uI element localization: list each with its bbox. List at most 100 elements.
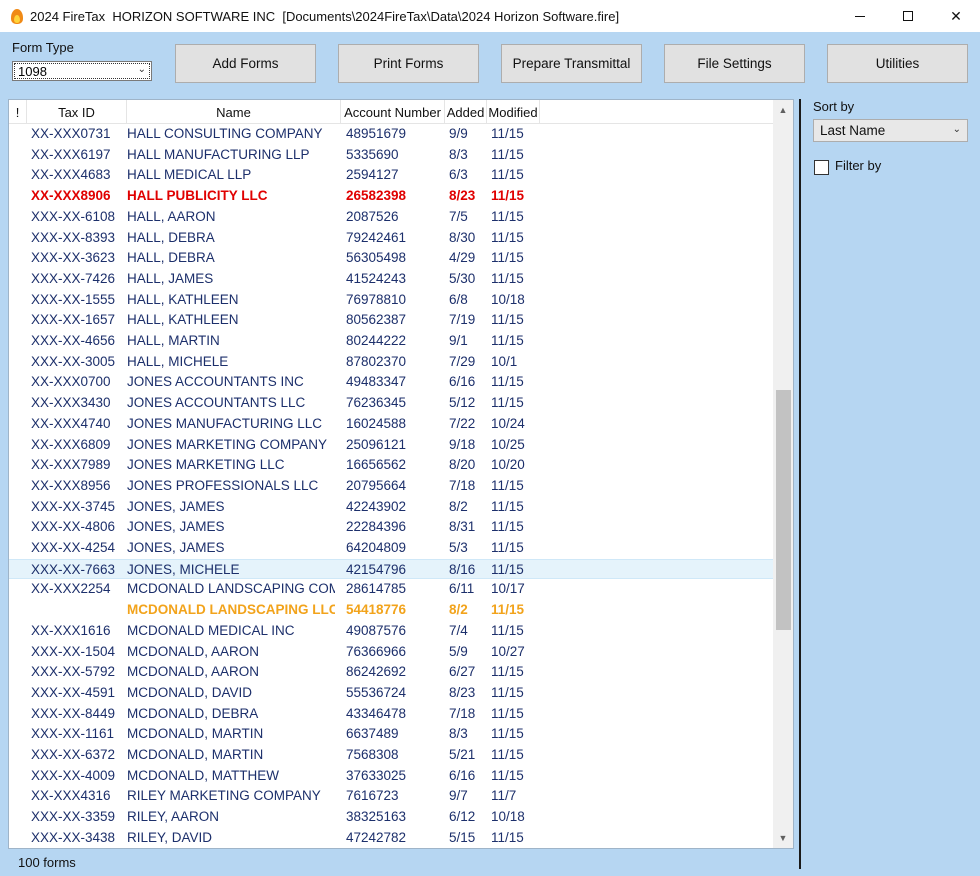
table-row[interactable]: XXX-XX-3359 RILEY, AARON 38325163 6/12 10/18 [9,807,773,828]
account-number-cell: 37633025 [346,767,407,783]
added-cell: 4/29 [449,250,476,266]
modified-cell: 11/15 [491,540,524,555]
modified-cell: 10/27 [491,643,525,659]
table-row[interactable]: XX-XXX7989 JONES MARKETING LLC 16656562 8/2… [9,455,773,476]
table-row[interactable]: XXX-XX-4656 HALL, MARTIN 80244222 9/1 11/15 [9,331,773,352]
table-row[interactable]: XX-XXX0731 HALL CONSULTING COMPANY 4895167… [9,124,773,145]
account-number-cell: 80244222 [346,333,407,348]
tax-id-cell: XXX-XX-4656 [31,333,116,348]
utilities-button[interactable]: Utilities [827,44,968,83]
table-row[interactable]: XXX-XX-5792 MCDONALD, AARON 86242692 6/27 11… [9,662,773,683]
name-cell: HALL PUBLICITY LLC [127,188,268,204]
table-row[interactable]: XXX-XX-3005 HALL, MICHELE 87802370 7/29 10/1 [9,352,773,373]
tax-id-cell: XXX-XX-4254 [31,540,116,555]
account-number-cell: 87802370 [346,353,407,369]
table-row[interactable]: XXX-XX-7426 HALL, JAMES 41524243 5/30 11/15 [9,269,773,290]
table-row[interactable]: XX-XXX8956 JONES PROFESSIONALS LLC 2079566… [9,476,773,497]
name-cell: MCDONALD, MARTIN [127,747,264,762]
table-row[interactable]: XXX-XX-1161 MCDONALD, MARTIN 6637489 8/3 11/… [9,724,773,745]
name-cell: JONES, JAMES [127,540,225,555]
tax-id-cell: XXX-XX-7426 [31,270,116,286]
account-number-cell: 20795664 [346,477,407,493]
table-row[interactable]: XX-XXX2254 MCDONALD LANDSCAPING COM 286147… [9,579,773,600]
table-row[interactable]: XXX-XX-7663 JONES, MICHELE 42154796 8/16 11/… [9,558,773,580]
name-cell: HALL, MARTIN [127,333,220,348]
account-number-cell: 38325163 [346,809,407,825]
table-row[interactable]: XXX-XX-8393 HALL, DEBRA 79242461 8/30 11/15 [9,228,773,249]
table-row[interactable]: XXX-XX-4591 MCDONALD, DAVID 55536724 8/23 11… [9,683,773,704]
table-row[interactable]: XXX-XX-1657 HALL, KATHLEEN 80562387 7/19 11/… [9,310,773,331]
modified-cell: 11/15 [491,519,524,535]
modified-cell: 10/18 [491,809,525,825]
table-row[interactable]: XXX-XX-1555 HALL, KATHLEEN 76978810 6/8 10/1… [9,290,773,311]
tax-id-cell: XX-XXX3430 [31,395,111,411]
table-row[interactable]: XX-XXX1616 MCDONALD MEDICAL INC 49087576 7/… [9,621,773,642]
prepare-transmittal-button[interactable]: Prepare Transmittal [501,44,642,83]
name-cell: RILEY, DAVID [127,829,213,845]
tax-id-cell: XXX-XX-3745 [31,498,116,514]
added-cell: 5/9 [449,643,468,659]
file-settings-button[interactable]: File Settings [664,44,805,83]
add-forms-button[interactable]: Add Forms [175,44,316,83]
table-row[interactable]: XX-XXX3430 JONES ACCOUNTANTS LLC 76236345 5… [9,393,773,414]
table-row[interactable]: XXX-XX-6108 HALL, AARON 2087526 7/5 11/15 [9,207,773,228]
print-forms-button[interactable]: Print Forms [338,44,479,83]
table-row[interactable]: XX-XXX8906 HALL PUBLICITY LLC 26582398 8/23… [9,186,773,207]
column-header-tax-id[interactable]: Tax ID [27,100,127,124]
modified-cell: 11/15 [491,705,524,721]
table-row[interactable]: XX-XXX6809 JONES MARKETING COMPANY 2509612… [9,435,773,456]
table-row[interactable]: XXX-XX-4009 MCDONALD, MATTHEW 37633025 6/16… [9,766,773,787]
maximize-button[interactable] [884,0,932,32]
maximize-icon [903,11,913,21]
modified-cell: 10/17 [491,581,525,597]
modified-cell: 11/15 [491,188,525,204]
column-header-modified[interactable]: Modified [487,100,540,124]
tax-id-cell: XXX-XX-4591 [31,684,116,700]
minimize-button[interactable] [836,0,884,32]
modified-cell: 11/15 [491,602,525,618]
table-row[interactable]: XX-XXX4740 JONES MANUFACTURING LLC 1602458… [9,414,773,435]
panel-divider[interactable] [799,99,801,869]
forms-table[interactable]: ! Tax ID Name Account Number Added Modif… [8,99,794,849]
table-row[interactable]: XXX-XX-3623 HALL, DEBRA 56305498 4/29 11/15 [9,248,773,269]
tax-id-cell: XX-XXX1616 [31,622,111,638]
tax-id-cell: XXX-XX-3359 [31,809,116,825]
sort-by-select[interactable]: Last Name ⌄ [813,119,968,142]
scroll-up-icon[interactable]: ▲ [773,100,793,120]
column-header-account-number[interactable]: Account Number [341,100,445,124]
table-row[interactable]: XX-XXX4316 RILEY MARKETING COMPANY 7616723… [9,786,773,807]
filter-by-label: Filter by [835,158,882,173]
modified-cell: 11/15 [491,270,524,286]
table-row[interactable]: XXX-XX-6372 MCDONALD, MARTIN 7568308 5/21 11… [9,745,773,766]
filter-by-checkbox[interactable] [814,160,829,175]
table-row[interactable]: XXX-XX-3745 JONES, JAMES 42243902 8/2 11/15 [9,497,773,518]
table-row[interactable]: XXX-XX-8449 MCDONALD, DEBRA 43346478 7/18 11… [9,704,773,725]
scroll-down-icon[interactable]: ▼ [773,828,793,848]
name-cell: MCDONALD, MARTIN [127,726,264,742]
account-number-cell: 76236345 [346,395,407,411]
modified-cell: 11/7 [491,788,517,804]
column-header-added[interactable]: Added [445,100,487,124]
account-number-cell: 16024588 [346,415,407,431]
column-header-name[interactable]: Name [127,100,341,124]
added-cell: 5/3 [449,540,468,555]
scrollbar-thumb[interactable] [776,390,791,630]
table-row[interactable]: MCDONALD LANDSCAPING LLC 54418776 8/2 11/15 [9,600,773,621]
modified-cell: 11/15 [491,146,524,162]
sort-by-label: Sort by [813,99,855,114]
account-number-cell: 48951679 [346,126,407,141]
table-row[interactable]: XX-XXX0700 JONES ACCOUNTANTS INC 49483347 6… [9,372,773,393]
column-header-flag[interactable]: ! [9,100,27,124]
added-cell: 8/2 [449,602,468,618]
modified-cell: 11/15 [491,684,524,700]
vertical-scrollbar[interactable]: ▲ ▼ [773,100,793,848]
table-row[interactable]: XXX-XX-3438 RILEY, DAVID 47242782 5/15 11/15 [9,828,773,848]
table-row[interactable]: XX-XXX6197 HALL MANUFACTURING LLP 5335690 8… [9,145,773,166]
form-type-select[interactable]: 1098 ⌄ [12,61,152,81]
close-button[interactable]: ✕ [932,0,980,32]
table-row[interactable]: XX-XXX4683 HALL MEDICAL LLP 2594127 6/3 11/1… [9,165,773,186]
table-row[interactable]: XXX-XX-4254 JONES, JAMES 64204809 5/3 11/15 [9,538,773,559]
table-row[interactable]: XXX-XX-1504 MCDONALD, AARON 76366966 5/9 10/… [9,642,773,663]
account-number-cell: 54418776 [346,602,407,618]
table-row[interactable]: XXX-XX-4806 JONES, JAMES 22284396 8/31 11/15 [9,517,773,538]
